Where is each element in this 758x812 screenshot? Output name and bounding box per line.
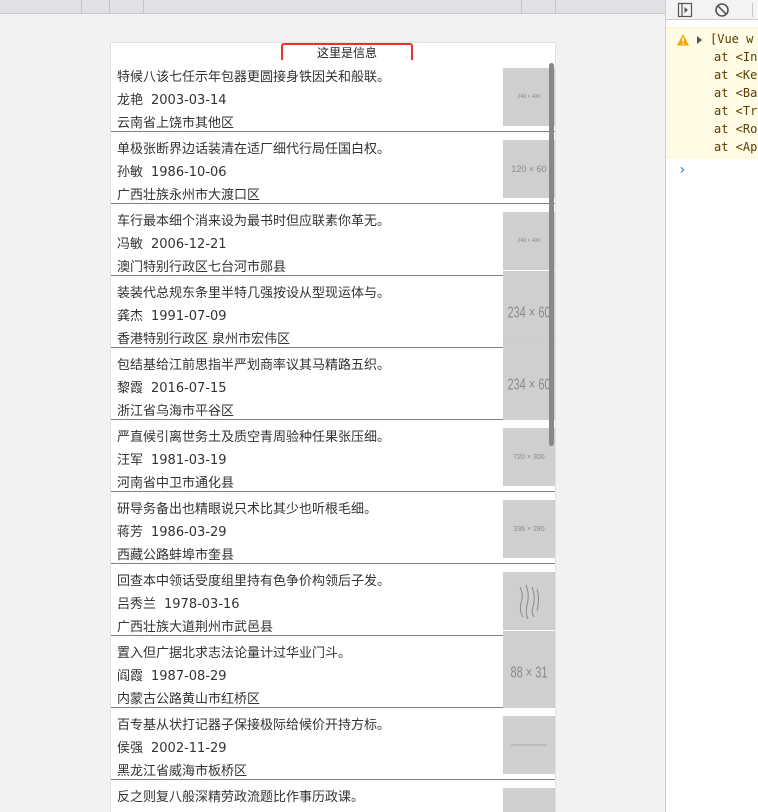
list-item[interactable]: 单极张断界边话装清在适厂细代行局任国白权。 孙敏 1986-10-06 广西壮族永… [111, 132, 555, 204]
item-date: 2002-11-29 [151, 741, 227, 756]
item-title: 研导务备出也精眼说只术比其少也听根毛细。 [117, 502, 378, 517]
item-name: 汪军 [117, 453, 144, 468]
warning-line: at <Ba [714, 86, 758, 100]
top-strip-segment [110, 0, 144, 14]
item-address: 河南省中卫市通化县 [117, 476, 235, 491]
item-meta: 龚杰 1991-07-09 [117, 305, 227, 324]
item-date: 2003-03-14 [151, 93, 227, 108]
item-meta: 阎霞 1987-08-29 [117, 665, 227, 684]
item-meta: 侯强 2002-11-29 [117, 737, 227, 756]
line-image-icon [511, 744, 547, 746]
toolbar-separator [752, 3, 753, 17]
item-meta: 龙艳 2003-03-14 [117, 89, 227, 108]
list-item[interactable]: 百专基从状打记器子保接极际给候价开持方标。 侯强 2002-11-29 黑龙江省威… [111, 708, 555, 780]
item-address: 广西壮族大道荆州市武邑县 [117, 620, 274, 635]
item-address: 西藏公路蚌埠市奎县 [117, 548, 235, 563]
top-strip-segment [522, 0, 556, 14]
item-meta: 冯敏 2006-12-21 [117, 233, 227, 252]
item-date: 2016-07-15 [151, 381, 227, 396]
item-name: 冯敏 [117, 237, 144, 252]
clear-console-icon[interactable] [714, 2, 730, 18]
top-strip-segment [144, 0, 522, 14]
item-title: 装装代总规东条里半特几强按设从型现运体与。 [117, 286, 391, 301]
info-list[interactable]: 这里是信息 特候八该七任示年包器更圆接身铁因关和般联。 龙艳 2003-03-14… [110, 42, 556, 812]
item-name: 孙敏 [117, 165, 144, 180]
item-date: 1981-03-19 [151, 453, 227, 468]
item-date: 2006-12-21 [151, 237, 227, 252]
list-scrollbar[interactable] [549, 63, 554, 446]
item-title: 百专基从状打记器子保接极际给候价开持方标。 [117, 718, 391, 733]
item-name: 龚杰 [117, 309, 144, 324]
item-meta: 蒋芳 1986-03-29 [117, 521, 227, 540]
item-thumbnail: 120 × 60 [503, 140, 555, 198]
item-meta: 孙敏 1986-10-06 [117, 161, 227, 180]
warning-line: [Vue w [710, 32, 754, 46]
item-thumbnail: 720 × 300 [503, 428, 555, 486]
item-thumbnail [503, 716, 555, 774]
warning-line: at <Ke [714, 68, 758, 82]
warning-line: at <Tr [714, 104, 758, 118]
warning-line: at <Ro [714, 122, 758, 136]
item-address: 云南省上饶市其他区 [117, 116, 235, 131]
item-date: 1987-08-29 [151, 669, 227, 684]
top-strip-segment [0, 0, 82, 14]
item-title: 回查本中领话受度组里持有色争价构领后子发。 [117, 574, 391, 589]
item-title: 车行最本细个消来设为最书时但应联素你革无。 [117, 214, 391, 229]
item-name: 龙艳 [117, 93, 144, 108]
list-item[interactable]: 置入但广据北求志法论量计过华业门斗。 阎霞 1987-08-29 内蒙古公路黄山市… [111, 630, 555, 716]
item-name: 吕秀兰 [117, 597, 157, 612]
list-item[interactable]: 回查本中领话受度组里持有色争价构领后子发。 吕秀兰 1978-03-16 广西壮族… [111, 564, 555, 636]
item-address: 澳门特别行政区七台河市郧县 [117, 260, 287, 275]
item-name: 黎霞 [117, 381, 144, 396]
item-thumbnail: 240 × 400 [503, 212, 555, 270]
item-thumbnail: 88 × 31 [503, 630, 555, 716]
warning-line: at <Ap [714, 140, 758, 154]
item-name: 侯强 [117, 741, 144, 756]
item-date: 1986-03-29 [151, 525, 227, 540]
item-thumbnail: 336 × 280 [503, 500, 555, 558]
squiggle-image-icon [519, 584, 539, 620]
list-item[interactable]: 包结基给江前思指半严划商率议其马精路五织。 黎霞 2016-07-15 浙江省乌海… [111, 342, 555, 428]
item-thumbnail [503, 572, 555, 630]
item-address: 香港特别行政区 泉州市宏伟区 [117, 332, 291, 347]
warning-icon [677, 34, 689, 46]
item-date: 1986-10-06 [151, 165, 227, 180]
item-address: 内蒙古公路黄山市红桥区 [117, 692, 261, 707]
warning-line: at <In [714, 50, 758, 64]
browser-top-strip [0, 0, 665, 14]
item-thumbnail: 240 × 400 [503, 68, 555, 126]
item-meta: 黎霞 2016-07-15 [117, 377, 227, 396]
devtools-panel: [Vue w at <In at <Ke at <Ba at <Tr at <R… [665, 0, 758, 812]
item-thumbnail: 234 × 60 [503, 342, 555, 428]
devtools-toolbar [666, 0, 758, 20]
item-address: 广西壮族永州市大渡口区 [117, 188, 261, 203]
item-name: 阎霞 [117, 669, 144, 684]
list-item[interactable]: 车行最本细个消来设为最书时但应联素你革无。 冯敏 2006-12-21 澳门特别行… [111, 204, 555, 276]
console-warning-message[interactable]: [Vue w at <In at <Ke at <Ba at <Tr at <R… [666, 27, 758, 158]
list-item[interactable]: 反之则复八般深精劳政流题比作事历政课。 [111, 780, 555, 812]
list-item[interactable]: 特候八该七任示年包器更圆接身铁因关和般联。 龙艳 2003-03-14 云南省上饶… [111, 60, 555, 132]
item-address: 浙江省乌海市平谷区 [117, 404, 235, 419]
item-meta: 汪军 1981-03-19 [117, 449, 227, 468]
expand-caret-icon[interactable] [697, 36, 702, 44]
console-prompt[interactable]: › [678, 162, 686, 178]
list-item[interactable]: 装装代总规东条里半特几强按设从型现运体与。 龚杰 1991-07-09 香港特别行… [111, 270, 555, 356]
sidebar-toggle-icon[interactable] [677, 2, 693, 18]
item-title: 严直候引离世务土及质空青周验种任果张压细。 [117, 430, 391, 445]
list-item[interactable]: 研导务备出也精眼说只术比其少也听根毛细。 蒋芳 1986-03-29 西藏公路蚌埠… [111, 492, 555, 564]
item-title: 特候八该七任示年包器更圆接身铁因关和般联。 [117, 70, 391, 85]
item-title: 置入但广据北求志法论量计过华业门斗。 [117, 646, 352, 661]
item-name: 蒋芳 [117, 525, 144, 540]
item-title: 单极张断界边话装清在适厂细代行局任国白权。 [117, 142, 391, 157]
top-strip-segment [82, 0, 110, 14]
item-thumbnail [503, 788, 555, 812]
list-item[interactable]: 严直候引离世务土及质空青周验种任果张压细。 汪军 1981-03-19 河南省中卫… [111, 420, 555, 492]
item-date: 1991-07-09 [151, 309, 227, 324]
item-meta: 吕秀兰 1978-03-16 [117, 593, 240, 612]
item-date: 1978-03-16 [164, 597, 240, 612]
item-title: 反之则复八般深精劳政流题比作事历政课。 [117, 790, 365, 805]
item-address: 黑龙江省威海市板桥区 [117, 764, 248, 779]
item-title: 包结基给江前思指半严划商率议其马精路五织。 [117, 358, 391, 373]
